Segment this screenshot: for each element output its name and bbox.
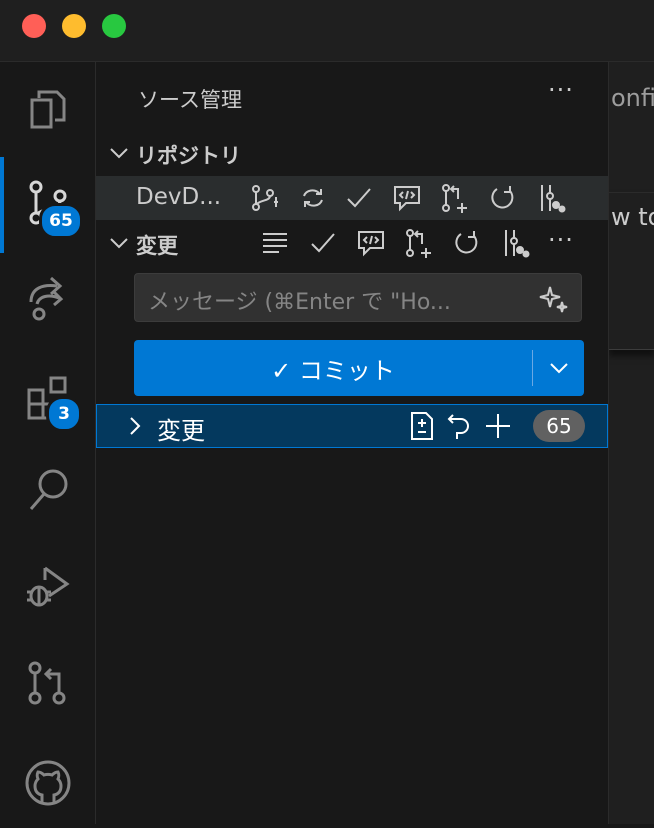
diff-file-icon [411,412,433,440]
graph-button-2[interactable] [500,228,530,258]
commit-check-button-2[interactable] [308,228,338,258]
git-graph-icon [541,185,566,213]
changes-group-label: 変更 [157,417,205,445]
repositories-section-label: リポジトリ [136,144,241,168]
zoom-window-button[interactable] [102,14,126,38]
title-bar [0,0,654,62]
repository-row[interactable]: DevD... [96,176,608,220]
commit-message-placeholder: メッセージ (⌘Enter で "Ho... [148,290,451,315]
files-icon [30,90,65,129]
stage-all-button[interactable] [483,411,513,441]
refresh-button[interactable] [488,183,518,213]
discard-icon [447,414,469,439]
remote-share-button[interactable] [0,252,95,342]
graph-button[interactable] [536,183,566,213]
editor-overlay-panel: w to [609,192,654,350]
sparkle-icon[interactable] [539,284,569,314]
pull-requests-button[interactable] [0,638,95,728]
close-window-button[interactable] [22,14,46,38]
open-changes-button[interactable] [407,411,437,441]
source-control-badge: 65 [39,203,83,239]
pull-request-icon [28,661,65,705]
chevron-down-icon [110,238,128,249]
changes-section-label: 変更 [136,234,178,258]
discard-changes-button[interactable] [445,411,475,441]
check-icon [347,188,371,208]
activity-bar: 65 3 [0,62,96,824]
source-control-button[interactable]: 65 [0,157,95,253]
review-button-2[interactable] [356,228,386,258]
branch-button[interactable] [250,183,280,213]
sync-button[interactable] [298,183,328,213]
chevron-down-icon [110,148,128,159]
commit-button[interactable]: ✓ コミット [134,340,584,396]
refresh-button-2[interactable] [452,228,482,258]
code-review-icon [358,231,384,257]
run-debug-button[interactable] [0,540,95,630]
git-graph-icon [505,230,530,258]
chevron-right-icon [130,417,141,435]
commit-button-divider [532,350,533,386]
search-icon [29,469,67,510]
changes-group-row[interactable]: 変更 65 [96,404,608,448]
explorer-button[interactable] [0,64,95,154]
commit-message-input[interactable]: メッセージ (⌘Enter で "Ho... [134,273,582,322]
review-button[interactable] [392,183,422,213]
pull-request-create-icon [406,229,431,258]
create-pull-request-button[interactable] [440,183,470,213]
code-review-icon [394,186,420,212]
repository-name: DevD... [136,184,222,210]
branch-icon [252,185,278,211]
refresh-icon [455,231,478,254]
sidebar-title: ソース管理 [138,88,242,112]
remote-share-icon [29,276,63,321]
github-button[interactable] [0,738,95,828]
extensions-button[interactable]: 3 [0,352,95,442]
editor-area: onfi w to [608,62,654,824]
plus-icon [486,414,510,438]
repositories-section-header[interactable]: リポジトリ [96,132,608,174]
run-debug-icon [26,566,70,607]
changes-count-badge: 65 [533,410,585,442]
chevron-down-icon [550,363,568,374]
editor-line-text: w to [611,203,654,231]
github-icon [25,760,70,806]
commit-button-label: ✓ コミット [271,356,395,385]
changes-more-button[interactable]: ··· [548,226,574,254]
source-control-sidebar: ソース管理 ··· リポジトリ DevD... 変更 ··· メッセージ (⌘E… [96,62,608,824]
refresh-icon [491,186,514,209]
check-icon [311,233,335,253]
pull-request-create-icon [442,184,467,213]
minimize-window-button[interactable] [62,14,86,38]
sync-icon [303,189,323,207]
view-as-list-button[interactable] [260,228,290,258]
list-flat-icon [263,233,287,253]
changes-section-header[interactable]: 変更 ··· [96,222,608,264]
editor-tab-title[interactable]: onfi [611,84,654,112]
commit-dropdown-button[interactable] [534,340,584,396]
create-pull-request-button-2[interactable] [404,228,434,258]
sidebar-more-button[interactable]: ··· [548,76,574,104]
commit-check-button[interactable] [344,183,374,213]
extensions-badge: 3 [46,396,82,432]
search-button[interactable] [0,446,95,536]
